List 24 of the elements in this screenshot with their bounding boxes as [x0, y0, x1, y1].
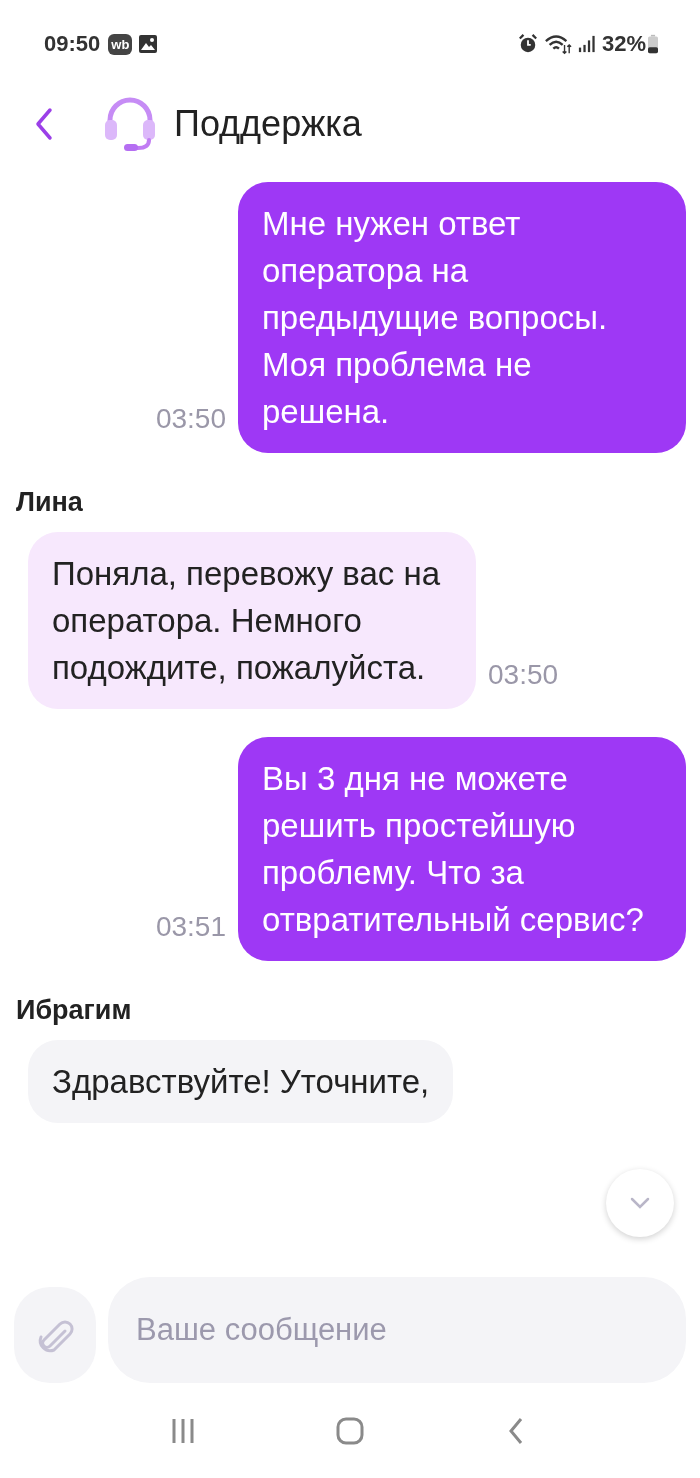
app-badge: wb	[108, 33, 133, 55]
sender-name: Лина	[16, 487, 84, 518]
attach-button[interactable]	[14, 1287, 96, 1383]
back-icon	[34, 107, 54, 141]
headset-icon	[102, 96, 158, 152]
sender-name: Ибрагим	[16, 995, 133, 1026]
incoming-message: Поняла, перевожу вас на оператора. Немного подождите, пожалуйста.	[28, 532, 476, 709]
clock-time: 09:50	[44, 31, 101, 57]
incoming-message: Здравствуйте! Уточните,	[28, 1040, 454, 1123]
home-icon[interactable]	[335, 1415, 365, 1446]
alarm-icon	[517, 34, 538, 54]
message-time: 03:50	[155, 403, 226, 435]
battery-percent: 32%	[601, 31, 646, 57]
image-icon	[138, 34, 159, 54]
outgoing-message: Вы 3 дня не можете решить простейшую проблему. Что за отвратительный сервис?	[238, 737, 686, 961]
battery-icon	[648, 34, 658, 54]
chevron-down-icon	[630, 1197, 650, 1209]
signal-icon	[577, 35, 596, 53]
outgoing-message: Мне нужен ответ оператора на предыдущие вопросы. Моя проблема не решена.	[238, 182, 686, 453]
message-time: 03:51	[155, 911, 226, 943]
chat-title: Поддержка	[174, 103, 362, 145]
message-time: 03:50	[488, 659, 559, 691]
wifi-icon	[543, 33, 572, 55]
message-field[interactable]: Ваше сообщение	[108, 1277, 686, 1383]
